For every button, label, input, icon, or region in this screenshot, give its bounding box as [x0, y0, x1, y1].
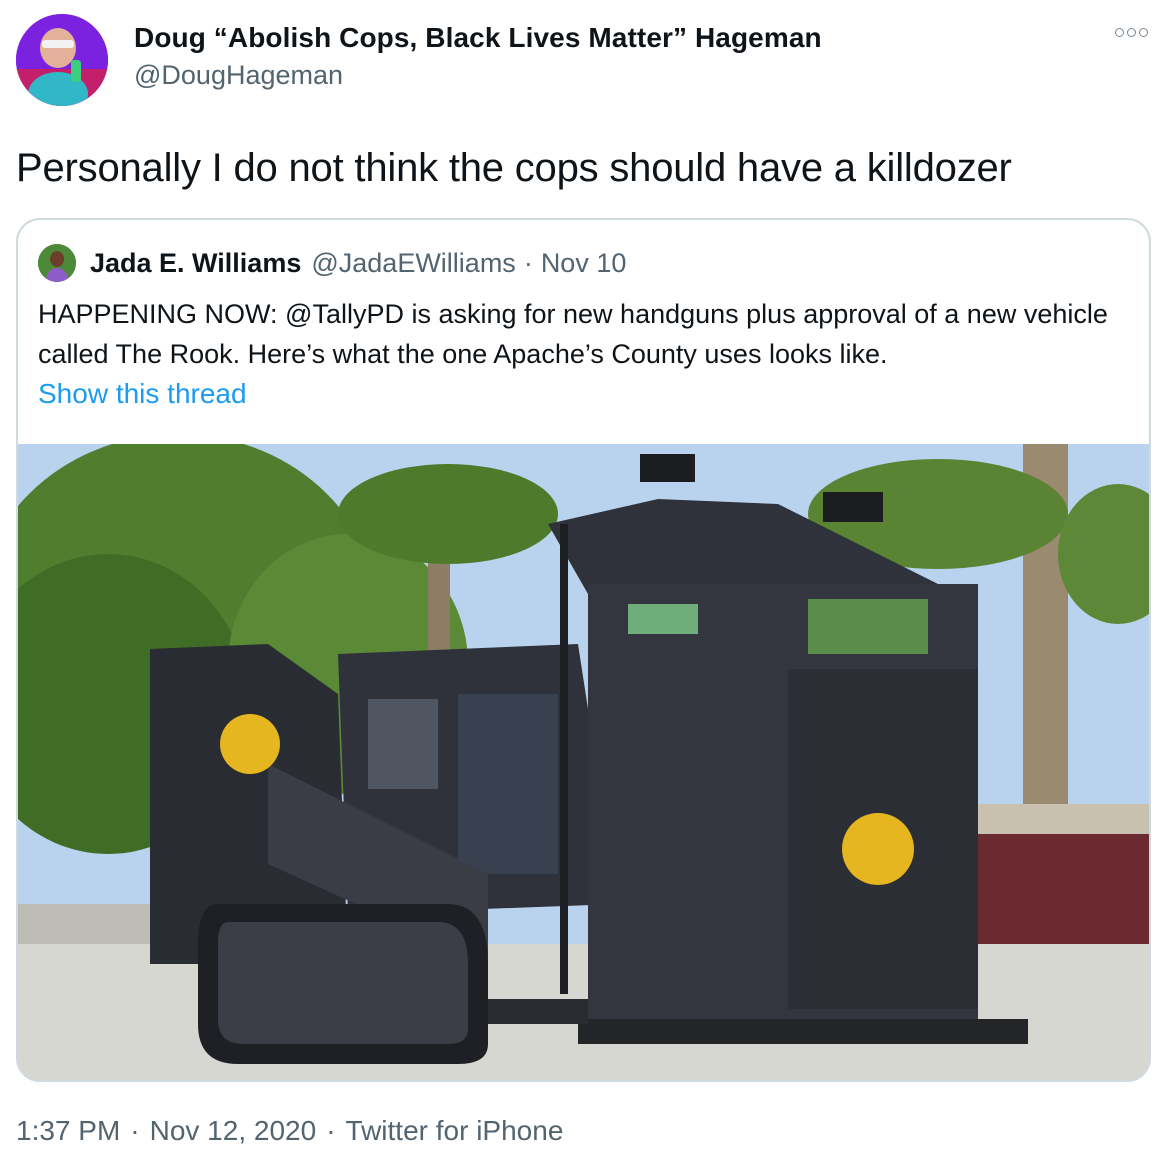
- author-info: Doug “Abolish Cops, Black Lives Matter” …: [134, 22, 822, 91]
- quoted-tweet[interactable]: Jada E. Williams @JadaEWilliams · Nov 10…: [16, 218, 1151, 1082]
- show-thread-link[interactable]: Show this thread: [38, 378, 247, 410]
- more-options-icon[interactable]: [1115, 28, 1148, 37]
- quoted-author-name: Jada E. Williams: [90, 247, 302, 278]
- tweet-source[interactable]: Twitter for iPhone: [346, 1115, 564, 1147]
- author-display-name[interactable]: Doug “Abolish Cops, Black Lives Matter” …: [134, 22, 822, 54]
- quoted-date: Nov 10: [540, 247, 627, 278]
- tweet-card: Doug “Abolish Cops, Black Lives Matter” …: [0, 0, 1170, 1174]
- quoted-tweet-header: Jada E. Williams @JadaEWilliams · Nov 10: [38, 244, 626, 282]
- quoted-photo[interactable]: [18, 444, 1149, 1080]
- quoted-profile-photo-icon: [38, 244, 76, 282]
- quoted-author-handle: @JadaEWilliams: [311, 247, 516, 278]
- tweet-date[interactable]: Nov 12, 2020: [150, 1115, 317, 1147]
- armored-vehicle-photo-icon: [18, 444, 1149, 1080]
- footer-separator-2: ·: [326, 1115, 336, 1146]
- quoted-separator: ·: [523, 247, 533, 278]
- tweet-footer: 1:37 PM · Nov 12, 2020 · Twitter for iPhone: [16, 1115, 563, 1147]
- author-avatar[interactable]: [16, 14, 108, 106]
- tweet-text: Personally I do not think the cops shoul…: [16, 146, 1012, 190]
- author-handle[interactable]: @DougHageman: [134, 60, 822, 91]
- profile-photo-icon: [16, 14, 108, 106]
- footer-separator: ·: [130, 1115, 140, 1146]
- tweet-time[interactable]: 1:37 PM: [16, 1115, 120, 1147]
- quoted-author-avatar: [38, 244, 76, 282]
- quoted-tweet-text: HAPPENING NOW: @TallyPD is asking for ne…: [38, 299, 1108, 369]
